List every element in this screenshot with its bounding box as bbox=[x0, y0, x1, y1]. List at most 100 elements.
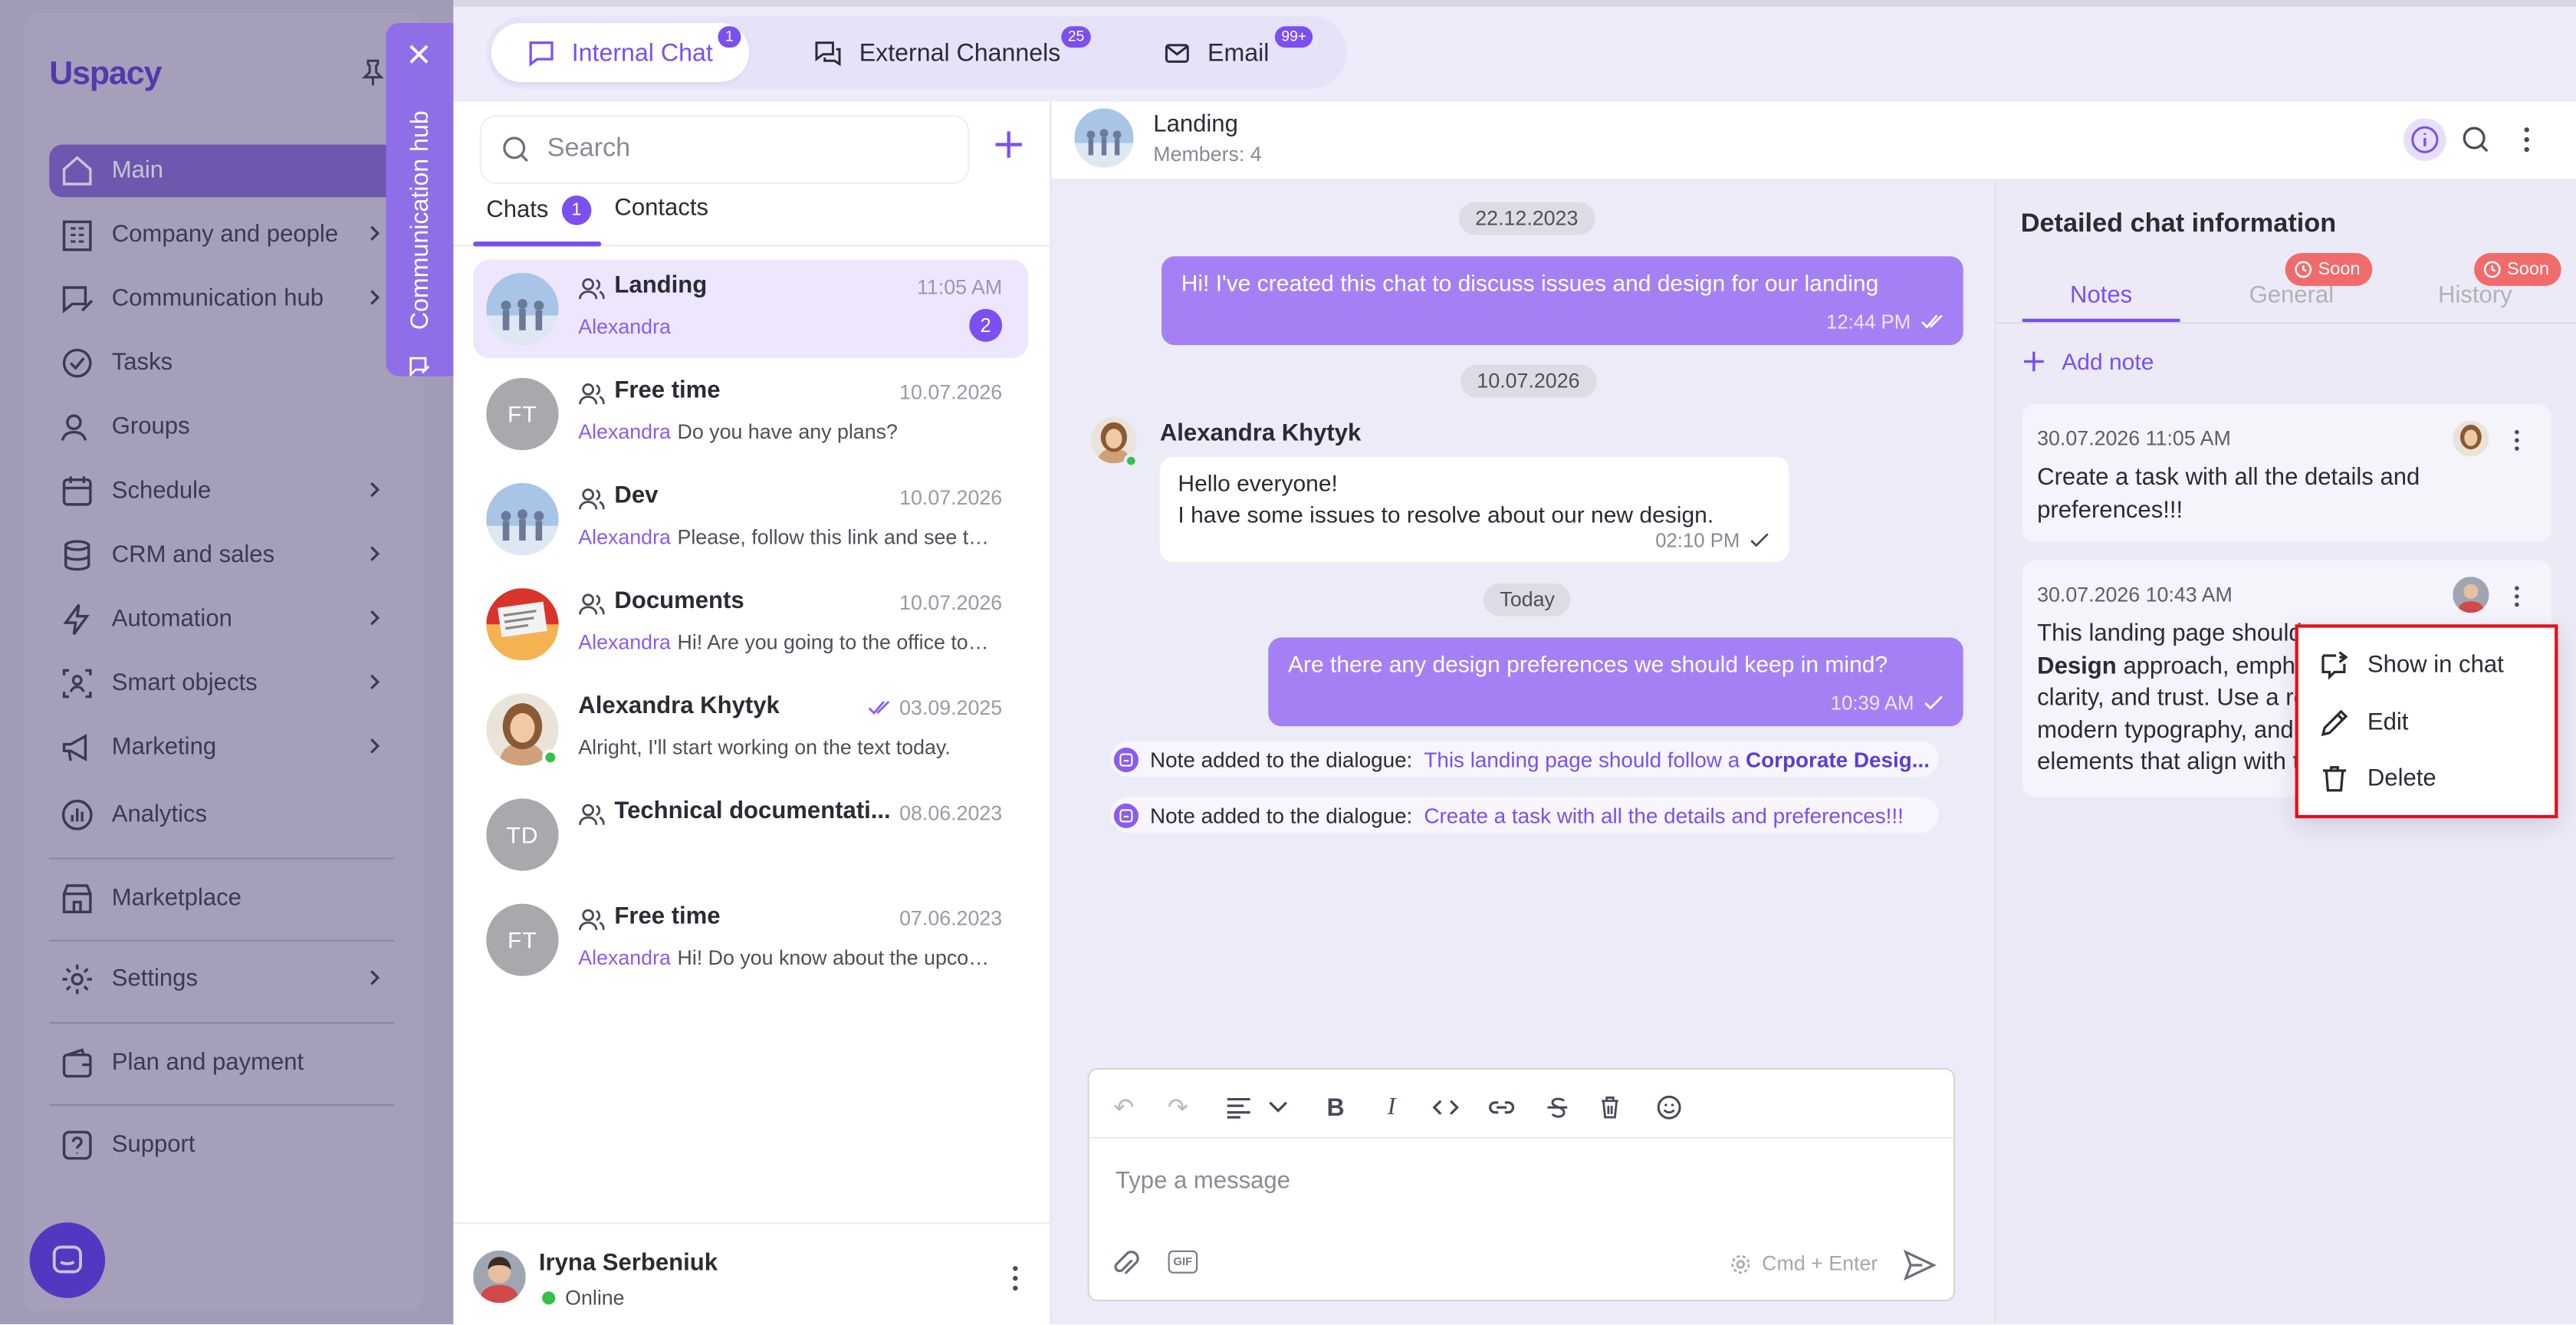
emoji-icon[interactable] bbox=[1654, 1093, 1684, 1123]
add-note-button[interactable]: Add note bbox=[2022, 348, 2154, 375]
sidebar-item-plan[interactable]: Plan and payment bbox=[49, 1037, 397, 1090]
sidebar-divider bbox=[49, 1104, 395, 1106]
trash-icon bbox=[2322, 766, 2346, 792]
sidebar-item-main[interactable]: Main bbox=[49, 144, 398, 198]
note-system-message[interactable]: Note added to the dialogue: This landing… bbox=[1110, 741, 1939, 778]
double-check-icon bbox=[1921, 314, 1943, 329]
tab-contacts[interactable]: Contacts bbox=[614, 196, 708, 222]
more-vertical-icon[interactable] bbox=[2509, 584, 2525, 610]
italic-icon[interactable]: I bbox=[1377, 1093, 1407, 1123]
communication-hub-tab[interactable]: Communication hub bbox=[386, 23, 454, 376]
bold-icon[interactable]: B bbox=[1321, 1093, 1351, 1123]
chat-list-item[interactable]: FT Free time 10.07.2026 Alexandra Do you … bbox=[473, 365, 1028, 464]
note-prefix: Note added to the dialogue: bbox=[1150, 746, 1413, 772]
close-icon[interactable] bbox=[407, 43, 430, 66]
clear-format-icon[interactable] bbox=[1595, 1093, 1625, 1123]
sidebar-item-support[interactable]: Support bbox=[49, 1119, 397, 1172]
note-link-bold: Corporate Desig... bbox=[1746, 746, 1930, 772]
redo-icon[interactable]: ↷ bbox=[1163, 1093, 1193, 1122]
users-icon bbox=[61, 414, 87, 441]
sidebar-item-groups[interactable]: Groups bbox=[49, 401, 397, 454]
send-shortcut-hint[interactable]: Cmd + Enter bbox=[1730, 1252, 1878, 1275]
message-text: Are there any design preferences we shou… bbox=[1288, 650, 1888, 677]
clock-icon bbox=[2295, 261, 2312, 278]
message-text: Hello everyone! bbox=[1178, 469, 1338, 497]
help-icon bbox=[62, 1130, 92, 1160]
app-logo[interactable]: Uspacy bbox=[49, 56, 162, 94]
sidebar-item-tasks[interactable]: Tasks bbox=[49, 337, 397, 390]
sender-name[interactable]: Alexandra Khytyk bbox=[1160, 421, 1362, 447]
strikethrough-icon[interactable] bbox=[1543, 1093, 1572, 1123]
sidebar-item-communication-hub[interactable]: Communication hub bbox=[49, 273, 397, 326]
conversation-members[interactable]: Members: 4 bbox=[1153, 143, 1261, 166]
chevron-down-icon[interactable] bbox=[1263, 1093, 1293, 1123]
chat-list-item[interactable]: TD Technical documentati... 08.06.2023 bbox=[473, 785, 1028, 884]
more-button[interactable] bbox=[2509, 122, 2545, 158]
more-vertical-icon[interactable] bbox=[1002, 1264, 1028, 1294]
sidebar-item-analytics[interactable]: Analytics bbox=[49, 789, 397, 842]
chat-preview: Alexandra Hi! Are you going to the office… bbox=[578, 631, 992, 654]
search-button[interactable] bbox=[2458, 122, 2494, 158]
tab-general[interactable]: General bbox=[2249, 283, 2334, 309]
paperclip-icon[interactable] bbox=[1109, 1247, 1142, 1280]
pin-icon[interactable] bbox=[361, 59, 384, 86]
more-vertical-icon[interactable] bbox=[2509, 427, 2525, 453]
sidebar-item-schedule[interactable]: Schedule bbox=[49, 465, 397, 518]
chat-name: Dev bbox=[614, 483, 659, 510]
chat-preview-text: Please, follow this link and see th... bbox=[677, 525, 993, 549]
undo-icon[interactable]: ↶ bbox=[1109, 1093, 1138, 1122]
chat-list-item[interactable]: FT Free time 07.06.2023 Alexandra Hi! Do … bbox=[473, 890, 1028, 989]
tab-external-channels[interactable]: External Channels 25 bbox=[779, 23, 1097, 82]
note-card[interactable]: 30.07.2026 11:05 AM Create a task with a… bbox=[2022, 404, 2551, 543]
group-avatar[interactable] bbox=[1074, 108, 1134, 168]
info-button[interactable] bbox=[2404, 118, 2446, 161]
note-line-text: approach, empha bbox=[2116, 653, 2309, 680]
note-link[interactable]: Create a task with all the details and p… bbox=[1424, 803, 1904, 827]
initials-avatar: FT bbox=[486, 377, 559, 451]
menu-item-edit[interactable]: Edit bbox=[2318, 706, 2409, 739]
search-input[interactable]: Search bbox=[479, 115, 970, 184]
menu-item-delete[interactable]: Delete bbox=[2318, 762, 2436, 795]
support-chat-button[interactable] bbox=[29, 1222, 106, 1298]
tab-history[interactable]: History bbox=[2438, 283, 2512, 309]
outgoing-message[interactable]: Are there any design preferences we shou… bbox=[1268, 637, 1963, 727]
online-indicator bbox=[542, 749, 559, 766]
chat-edit-icon bbox=[62, 286, 94, 314]
current-user-avatar[interactable] bbox=[473, 1250, 526, 1304]
tab-badge: 25 bbox=[1061, 26, 1091, 48]
tab-notes[interactable]: Notes bbox=[2070, 283, 2132, 309]
chat-list-item[interactable]: Landing 11:05 AM Alexandra 2 bbox=[473, 259, 1029, 359]
outgoing-message[interactable]: Hi! I've created this chat to discuss is… bbox=[1162, 256, 1963, 345]
menu-item-label: Edit bbox=[2367, 709, 2409, 736]
group-avatar bbox=[486, 588, 559, 661]
incoming-message[interactable]: Hello everyone! I have some issues to re… bbox=[1159, 456, 1789, 562]
sidebar-item-company[interactable]: Company and people bbox=[49, 209, 397, 261]
chat-time: 11:05 AM bbox=[916, 276, 1003, 299]
send-icon[interactable] bbox=[1901, 1247, 1937, 1283]
gif-icon[interactable]: GIF bbox=[1168, 1250, 1198, 1274]
sidebar-item-automation[interactable]: Automation bbox=[49, 593, 397, 646]
chat-preview-sender: Alexandra bbox=[578, 420, 671, 444]
sidebar-item-label: Groups bbox=[111, 414, 190, 441]
active-tab-underline bbox=[2022, 318, 2180, 322]
note-link[interactable]: This landing page should follow a Corpor… bbox=[1424, 747, 1930, 771]
chat-list-item[interactable]: Alexandra Khytyk 03.09.2025 Alright, I'l… bbox=[473, 680, 1028, 779]
sidebar-item-smart-objects[interactable]: Smart objects bbox=[49, 657, 397, 710]
align-icon[interactable] bbox=[1224, 1093, 1254, 1123]
sidebar-item-marketing[interactable]: Marketing bbox=[49, 722, 397, 774]
new-chat-plus-icon[interactable] bbox=[989, 125, 1028, 164]
tab-email[interactable]: Email 99+ bbox=[1127, 23, 1313, 82]
tab-internal-chat[interactable]: Internal Chat 1 bbox=[491, 23, 749, 83]
message-input[interactable]: Type a message bbox=[1116, 1169, 1290, 1195]
tab-chats[interactable]: Chats 1 bbox=[486, 195, 592, 225]
sidebar-item-settings[interactable]: Settings bbox=[49, 953, 397, 1006]
link-icon[interactable] bbox=[1487, 1093, 1516, 1123]
chat-list-item[interactable]: Documents 10.07.2026 Alexandra Hi! Are yo… bbox=[473, 575, 1028, 674]
note-system-message[interactable]: Note added to the dialogue: Create a tas… bbox=[1110, 797, 1939, 833]
sidebar-item-crm[interactable]: CRM and sales bbox=[49, 529, 397, 582]
menu-item-label: Delete bbox=[2367, 765, 2436, 792]
menu-item-show-in-chat[interactable]: Show in chat bbox=[2318, 649, 2504, 682]
chat-list-item[interactable]: Dev 10.07.2026 Alexandra Please, follow t… bbox=[473, 470, 1028, 569]
code-icon[interactable] bbox=[1431, 1093, 1460, 1123]
sidebar-item-marketplace[interactable]: Marketplace bbox=[49, 873, 397, 926]
